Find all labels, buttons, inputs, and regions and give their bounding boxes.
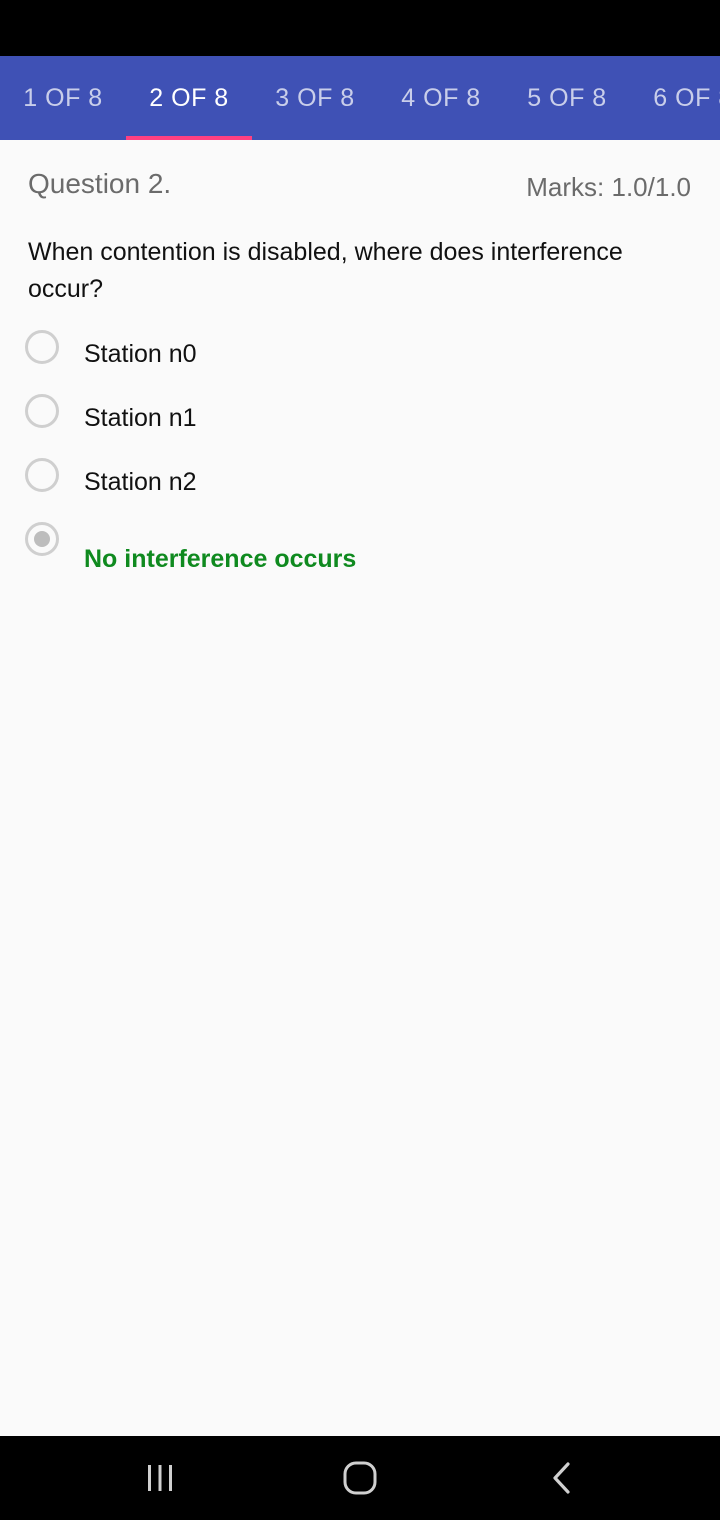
radio-button[interactable] [25,394,59,428]
back-button[interactable] [512,1436,612,1520]
status-bar [0,0,720,56]
option-station-n0[interactable]: Station n0 [0,328,720,384]
option-label: Station n2 [84,468,197,496]
radio-button-selected[interactable] [25,522,59,556]
tab-question-5[interactable]: 5 OF 8 [504,56,630,140]
radio-button[interactable] [25,330,59,364]
home-button[interactable] [310,1436,410,1520]
back-icon [553,1462,570,1494]
tab-question-4[interactable]: 4 OF 8 [378,56,504,140]
recents-button[interactable] [110,1436,210,1520]
option-label-correct: No interference occurs [84,545,357,573]
option-station-n2[interactable]: Station n2 [0,456,720,512]
question-content: Question 2. Marks: 1.0/1.0 When contenti… [0,140,720,1436]
tab-question-6[interactable]: 6 OF 8 [630,56,720,140]
recents-icon [148,1465,172,1491]
radio-button[interactable] [25,458,59,492]
tab-question-2[interactable]: 2 OF 8 [126,56,252,140]
system-nav-bar [0,1436,720,1520]
question-text: When contention is disabled, where does … [28,238,623,303]
question-tab-bar: 1 OF 8 2 OF 8 3 OF 8 4 OF 8 5 OF 8 6 OF … [0,56,720,140]
tab-question-3[interactable]: 3 OF 8 [252,56,378,140]
question-marks: Marks: 1.0/1.0 [526,172,691,202]
option-station-n1[interactable]: Station n1 [0,392,720,448]
tab-question-1[interactable]: 1 OF 8 [0,56,126,140]
option-no-interference[interactable]: No interference occurs [0,520,720,596]
home-icon [343,1461,377,1495]
option-label: Station n1 [84,404,197,432]
question-title: Question 2. [28,168,172,199]
option-label: Station n0 [84,340,197,368]
